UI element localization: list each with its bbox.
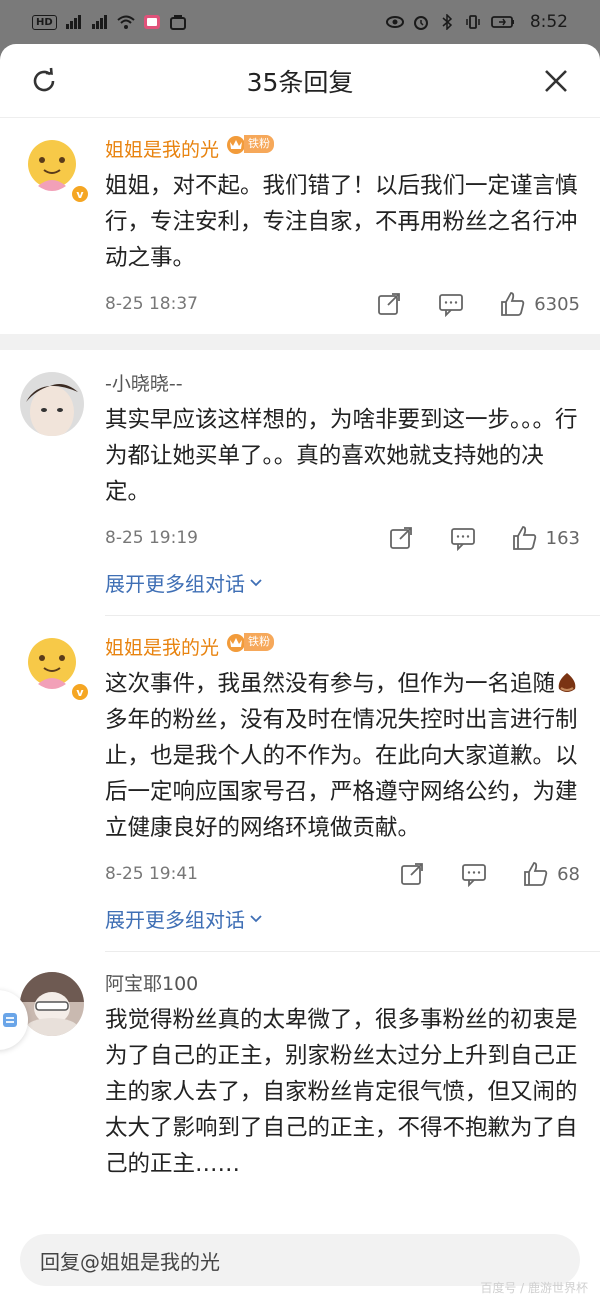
fan-badge: 铁粉 [225,134,275,154]
like-icon [512,526,536,550]
share-icon[interactable] [399,861,425,887]
eye-icon [385,16,404,28]
comment-time: 8-25 19:41 [105,864,198,884]
like-icon [524,862,548,886]
hd-indicator: HD [32,14,57,30]
profile-photo-image [20,372,84,436]
like-count: 163 [545,527,580,549]
chevron-down-icon [250,578,262,586]
like-button[interactable]: 163 [512,525,580,551]
expand-label: 展开更多组对话 [105,908,245,932]
comment-item: v 姐姐是我的光 铁粉 姐姐，对不起。我们错了！以后我们一定谨言慎行，专注安利，专… [0,118,600,334]
bluetooth-icon [442,14,452,30]
comment-meta: 8-25 19:41 68 [105,860,580,888]
comment-username[interactable]: -小晓晓-- [105,370,580,398]
close-icon[interactable] [540,65,572,97]
clock: 8:52 [529,12,568,32]
comment-username[interactable]: 阿宝耶100 [105,970,580,998]
comment-meta: 8-25 19:19 163 [105,524,580,552]
comment-meta: 8-25 18:37 6305 [105,290,580,318]
app-notify-icon [143,15,160,29]
comment-text: 我觉得粉丝真的太卑微了，很多事粉丝的初衷是为了自己的正主，别家粉丝太过分上升到自… [105,1007,578,1177]
alarm-icon [413,16,428,30]
comment-actions: 68 [363,861,580,887]
comment-actions: 163 [352,525,580,551]
battery-icon [490,16,514,28]
comment-username[interactable]: 姐姐是我的光 [105,637,219,659]
bag-icon [169,15,186,30]
comment-username[interactable]: 姐姐是我的光 [105,139,219,161]
watermark: 百度号 / 鹿游世界杯 [480,1281,588,1295]
status-right: 8:52 [385,12,568,32]
fan-badge-label: 铁粉 [244,135,275,153]
comment-text: 这次事件，我虽然没有参与，但作为一名追随多年的粉丝，没有及时在情况失控时出言进行… [105,666,580,846]
expand-conversation-link[interactable]: 展开更多组对话 [105,568,580,597]
page-title: 35条回复 [246,67,354,97]
comment-text-part1: 这次事件，我虽然没有参与，但作为一名追随 [105,671,556,697]
comment-actions: 6305 [340,291,580,317]
signal-icon [65,15,81,29]
profile-photo-image [20,972,84,1036]
fan-badge-label: 铁粉 [244,633,275,651]
like-count: 6305 [534,293,580,315]
section-divider [0,334,600,350]
verified-badge-icon: v [70,184,90,204]
share-icon[interactable] [376,291,402,317]
comment-time: 8-25 19:19 [105,528,198,548]
comment-item: -小晓晓-- 其实早应该这样想的，为啥非要到这一步。。。行为都让她买单了。。真的… [0,350,600,615]
comment-text: 其实早应该这样想的，为啥非要到这一步。。。行为都让她买单了。。真的喜欢她就支持她… [105,407,578,505]
status-bar: HD 8:52 [0,0,600,44]
sheet-header: 35条回复 [0,44,600,118]
reply-placeholder: 回复@姐姐是我的光 [40,1249,220,1274]
like-button[interactable]: 68 [523,861,580,887]
comment-item: 阿宝耶100 我觉得粉丝真的太卑微了，很多事粉丝的初衷是为了自己的正主，别家粉丝… [0,952,600,1182]
expand-conversation-link[interactable]: 展开更多组对话 [105,904,580,933]
expand-label: 展开更多组对话 [105,572,245,596]
comment-author-row: 姐姐是我的光 铁粉 [105,134,580,164]
comment-icon[interactable] [438,291,464,317]
like-icon [501,292,525,316]
refresh-icon[interactable] [28,65,60,97]
like-count: 68 [557,863,580,885]
status-left: HD [32,14,187,30]
comment-icon[interactable] [461,861,487,887]
list-icon [3,1013,17,1027]
reply-sheet: 35条回复 v 姐姐是我的光 铁粉 姐姐，对不起。我们错了！以后我们一定谨言慎行，… [0,44,600,1300]
chestnut-emoji [558,673,576,692]
comment-icon[interactable] [450,525,476,551]
chevron-down-icon [250,914,262,922]
comment-time: 8-25 18:37 [105,294,198,314]
avatar[interactable] [20,372,84,436]
signal-icon-2 [91,15,107,29]
comment-author-row: 姐姐是我的光 铁粉 [105,632,580,662]
avatar[interactable] [20,972,84,1036]
comment-text-part2: 多年的粉丝，没有及时在情况失控时出言进行制止，也是我个人的不作为。在此向大家道歉… [105,707,578,841]
share-icon[interactable] [388,525,414,551]
verified-badge-icon: v [70,682,90,702]
vibrate-icon [466,15,480,29]
wifi-icon [117,15,135,29]
comment-item: v 姐姐是我的光 铁粉 这次事件，我虽然没有参与，但作为一名追随多年的粉丝，没有及… [0,616,600,951]
comment-text: 姐姐，对不起。我们错了！以后我们一定谨言慎行，专注安利，专注自家，不再用粉丝之名… [105,173,578,271]
fan-badge: 铁粉 [225,632,275,652]
like-button[interactable]: 6305 [500,291,580,317]
